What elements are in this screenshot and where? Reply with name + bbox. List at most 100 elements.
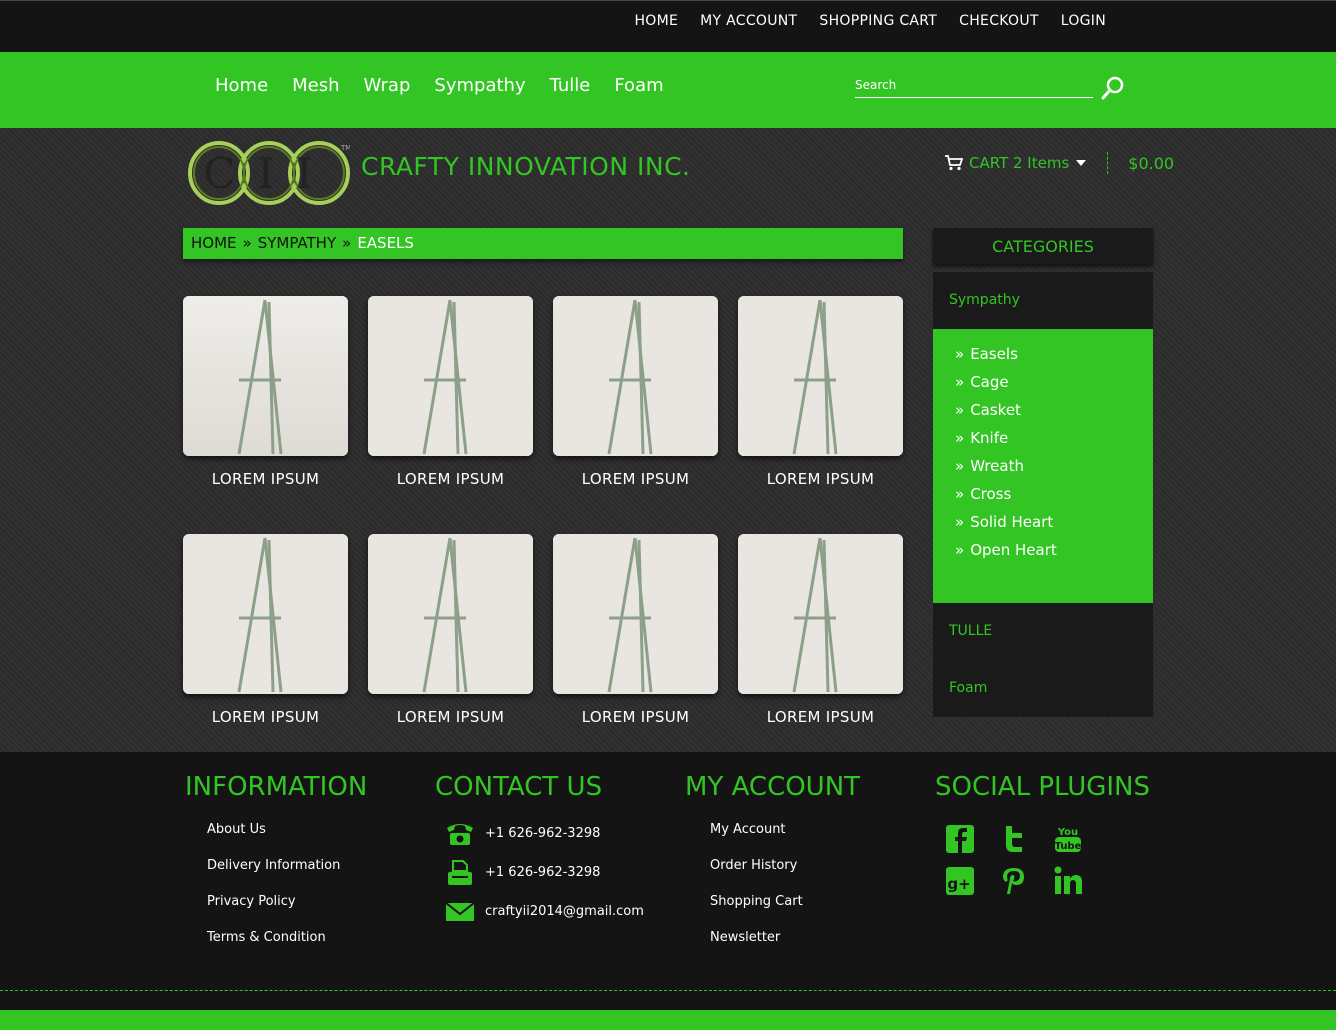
footer-link-privacy[interactable]: Privacy Policy — [207, 894, 367, 930]
category-sympathy[interactable]: Sympathy — [933, 272, 1153, 329]
product-image[interactable] — [183, 534, 348, 694]
category-foam[interactable]: Foam — [933, 660, 1153, 717]
svg-text:g+: g+ — [947, 875, 970, 893]
subcategory-wreath[interactable]: » Wreath — [955, 457, 1153, 485]
pinterest-icon[interactable] — [1000, 866, 1028, 896]
chevron-icon: » — [955, 485, 965, 503]
footer-link-delivery[interactable]: Delivery Information — [207, 858, 367, 894]
cart-summary[interactable]: CART 2 Items $0.00 — [945, 152, 1174, 174]
search-box — [855, 72, 1125, 102]
google-plus-icon[interactable]: g+ — [946, 866, 974, 896]
contact-list: +1 626-962-3298 +1 626-962-3298 craftyii… — [445, 814, 644, 931]
product-card[interactable]: LOREM IPSUM — [553, 534, 718, 726]
product-image[interactable] — [368, 534, 533, 694]
nav-item-foam[interactable]: Foam — [614, 75, 663, 96]
subcategory-easels[interactable]: » Easels — [955, 345, 1153, 373]
top-link-checkout[interactable]: CHECKOUT — [959, 13, 1039, 29]
product-card[interactable]: LOREM IPSUM — [738, 534, 903, 726]
main-content: CII TM CRAFTY INNOVATION INC. CART 2 Ite… — [0, 128, 1336, 752]
breadcrumb-sympathy[interactable]: SYMPATHY — [258, 234, 336, 252]
nav-item-tulle[interactable]: Tulle — [550, 75, 591, 96]
subcategory-solid-heart[interactable]: » Solid Heart — [955, 513, 1153, 541]
footer-divider — [0, 990, 1336, 991]
search-icon[interactable] — [1100, 75, 1126, 101]
product-name[interactable]: LOREM IPSUM — [368, 708, 533, 726]
footer-link-my-account[interactable]: My Account — [710, 822, 860, 858]
footer-link-terms[interactable]: Terms & Condition — [207, 930, 367, 966]
footer-social-title: SOCIAL PLUGINS — [935, 772, 1150, 802]
footer-contact: CONTACT US +1 626-962-3298 +1 626-962-32… — [435, 772, 644, 931]
category-tulle[interactable]: TULLE — [933, 603, 1153, 660]
nav-item-mesh[interactable]: Mesh — [292, 75, 339, 96]
site-logo[interactable]: CII TM — [188, 140, 351, 206]
fax-icon — [448, 859, 472, 885]
product-image[interactable] — [738, 534, 903, 694]
product-image[interactable] — [368, 296, 533, 456]
chevron-icon: » — [955, 345, 965, 363]
breadcrumb-home[interactable]: HOME — [191, 234, 237, 252]
footer-link-shopping-cart[interactable]: Shopping Cart — [710, 894, 860, 930]
footer-account-title: MY ACCOUNT — [685, 772, 861, 802]
footer: INFORMATION About Us Delivery Informatio… — [0, 752, 1336, 1030]
main-navbar: Home Mesh Wrap Sympathy Tulle Foam — [0, 52, 1336, 128]
telephone-icon — [447, 823, 473, 845]
subcategory-open-heart[interactable]: » Open Heart — [955, 541, 1153, 569]
nav-item-home[interactable]: Home — [215, 75, 268, 96]
footer-information-title: INFORMATION — [185, 772, 368, 802]
linkedin-icon[interactable] — [1054, 866, 1082, 896]
subcategory-cross[interactable]: » Cross — [955, 485, 1153, 513]
svg-text:You: You — [1057, 827, 1078, 838]
svg-text:Tube: Tube — [1055, 841, 1082, 852]
contact-email-text[interactable]: craftyii2014@gmail.com — [485, 904, 644, 919]
product-card[interactable]: LOREM IPSUM — [183, 296, 348, 488]
product-image[interactable] — [553, 296, 718, 456]
top-links: HOME MY ACCOUNT SHOPPING CART CHECKOUT L… — [634, 13, 1106, 29]
nav-item-sympathy[interactable]: Sympathy — [434, 75, 525, 96]
product-image[interactable] — [553, 534, 718, 694]
product-card[interactable]: LOREM IPSUM — [368, 296, 533, 488]
category-subitems: » Easels » Cage » Casket » Knife » Wreath » Cr… — [933, 329, 1153, 603]
product-name[interactable]: LOREM IPSUM — [368, 470, 533, 488]
footer-account-links: My Account Order History Shopping Cart N… — [710, 822, 860, 966]
product-card[interactable]: LOREM IPSUM — [368, 534, 533, 726]
cart-label[interactable]: CART 2 Items — [969, 154, 1069, 172]
product-name[interactable]: LOREM IPSUM — [183, 708, 348, 726]
footer-link-about[interactable]: About Us — [207, 822, 367, 858]
chevron-icon: » — [955, 401, 965, 419]
cart-divider — [1107, 152, 1109, 174]
facebook-icon[interactable] — [946, 824, 974, 854]
product-name[interactable]: LOREM IPSUM — [553, 470, 718, 488]
product-name[interactable]: LOREM IPSUM — [183, 470, 348, 488]
product-image[interactable] — [183, 296, 348, 456]
product-card[interactable]: LOREM IPSUM — [738, 296, 903, 488]
breadcrumb-separator: » — [242, 234, 252, 252]
product-name[interactable]: LOREM IPSUM — [553, 708, 718, 726]
twitter-icon[interactable] — [1000, 824, 1028, 854]
breadcrumb-separator: » — [342, 234, 352, 252]
subcategory-label: Wreath — [970, 457, 1024, 475]
cart-icon — [945, 155, 963, 171]
subcategory-casket[interactable]: » Casket — [955, 401, 1153, 429]
youtube-icon[interactable]: You Tube — [1054, 824, 1082, 854]
product-name[interactable]: LOREM IPSUM — [738, 470, 903, 488]
product-card[interactable]: LOREM IPSUM — [553, 296, 718, 488]
top-link-shopping-cart[interactable]: SHOPPING CART — [819, 13, 937, 29]
top-link-my-account[interactable]: MY ACCOUNT — [700, 13, 797, 29]
envelope-icon — [445, 901, 475, 921]
search-input[interactable] — [855, 72, 1093, 98]
top-link-login[interactable]: LOGIN — [1061, 13, 1106, 29]
categories-panel: Sympathy » Easels » Cage » Casket » Knife » W… — [933, 272, 1153, 717]
subcategory-cage[interactable]: » Cage — [955, 373, 1153, 401]
top-link-home[interactable]: HOME — [634, 13, 678, 29]
caret-down-icon[interactable] — [1075, 159, 1087, 167]
footer-link-order-history[interactable]: Order History — [710, 858, 860, 894]
brand-name: CRAFTY INNOVATION INC. — [361, 152, 691, 181]
footer-account: MY ACCOUNT My Account Order History Shop… — [685, 772, 860, 966]
product-name[interactable]: LOREM IPSUM — [738, 708, 903, 726]
footer-link-newsletter[interactable]: Newsletter — [710, 930, 860, 966]
nav-item-wrap[interactable]: Wrap — [364, 75, 411, 96]
subcategory-knife[interactable]: » Knife — [955, 429, 1153, 457]
product-card[interactable]: LOREM IPSUM — [183, 534, 348, 726]
chevron-icon: » — [955, 513, 965, 531]
product-image[interactable] — [738, 296, 903, 456]
